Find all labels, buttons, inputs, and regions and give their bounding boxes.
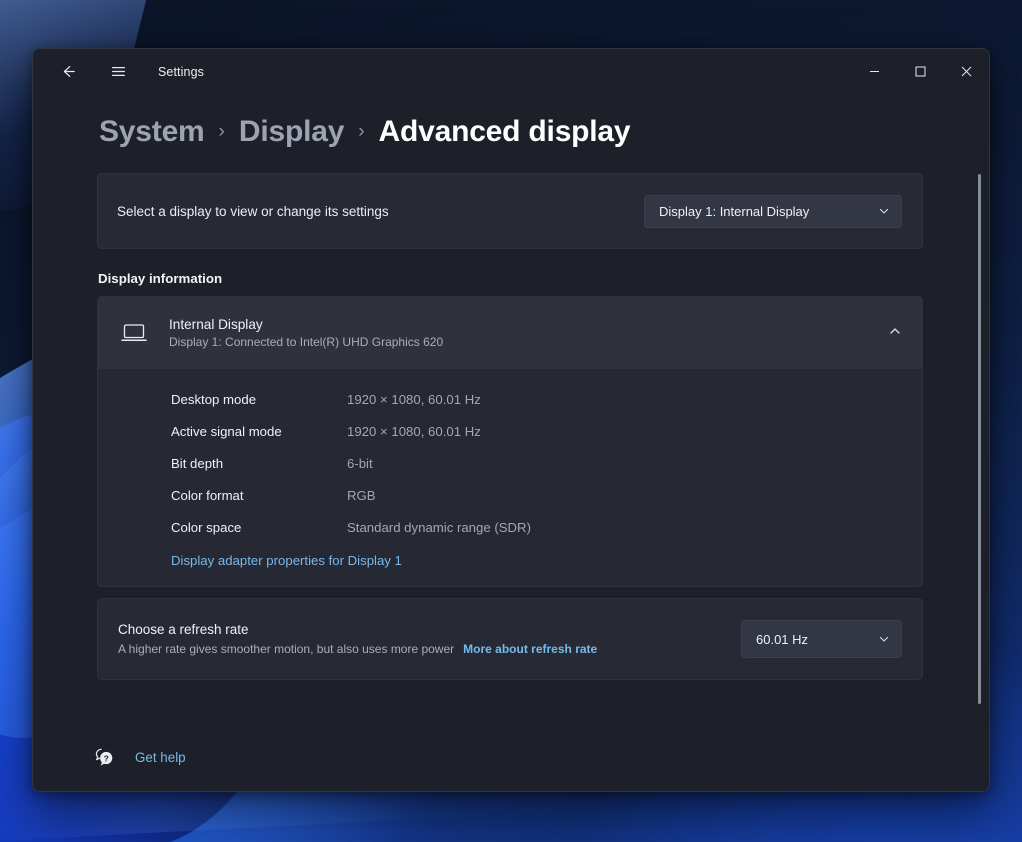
info-key: Color format	[171, 487, 244, 503]
get-help-footer: ? Get help	[33, 722, 989, 791]
display-selector-value: Display 1: Internal Display	[659, 203, 810, 219]
display-adapter-properties-link[interactable]: Display adapter properties for Display 1	[171, 553, 402, 568]
settings-window: Settings System › Display › Advanced dis…	[32, 48, 990, 792]
internal-display-expander: Internal Display Display 1: Connected to…	[97, 296, 923, 587]
info-key: Desktop mode	[171, 391, 257, 407]
chevron-down-icon	[879, 636, 889, 642]
refresh-rate-dropdown[interactable]: 60.01 Hz	[741, 620, 902, 658]
refresh-rate-title: Choose a refresh rate	[118, 622, 249, 637]
minimize-icon	[869, 71, 879, 72]
info-row: Color format RGB	[98, 479, 922, 511]
page-title: Advanced display	[378, 115, 631, 148]
info-row: Color space Standard dynamic range (SDR)	[98, 511, 922, 543]
internal-display-title: Internal Display	[169, 317, 263, 332]
info-value: 1920 × 1080, 60.01 Hz	[347, 391, 481, 407]
maximize-button[interactable]	[897, 49, 943, 94]
info-key: Color space	[171, 519, 242, 535]
info-key: Active signal mode	[171, 423, 282, 439]
refresh-rate-value: 60.01 Hz	[756, 631, 809, 647]
internal-display-subtitle: Display 1: Connected to Intel(R) UHD Gra…	[169, 335, 444, 349]
hamburger-menu-icon	[111, 66, 125, 76]
display-information-heading: Display information	[98, 271, 223, 286]
app-title: Settings	[158, 64, 204, 79]
refresh-rate-texts: Choose a refresh rate A higher rate give…	[118, 622, 597, 656]
breadcrumb-item-display[interactable]: Display	[239, 115, 345, 149]
breadcrumb-item-system[interactable]: System	[99, 115, 205, 149]
settings-scroll-area: Select a display to view or change its s…	[33, 156, 989, 722]
settings-content: Select a display to view or change its s…	[33, 173, 989, 680]
title-bar: Settings	[33, 49, 989, 94]
refresh-rate-card: Choose a refresh rate A higher rate give…	[97, 598, 923, 680]
display-selector-card: Select a display to view or change its s…	[97, 173, 923, 249]
more-about-refresh-rate-link[interactable]: More about refresh rate	[463, 642, 597, 656]
help-bubble-icon: ?	[93, 746, 117, 768]
chevron-up-icon	[888, 324, 902, 343]
minimize-button[interactable]	[851, 49, 897, 94]
svg-text:?: ?	[104, 753, 109, 763]
close-button[interactable]	[943, 49, 989, 94]
maximize-icon	[915, 66, 925, 77]
display-selector-label: Select a display to view or change its s…	[117, 203, 389, 219]
refresh-rate-description-line: A higher rate gives smoother motion, but…	[118, 642, 597, 656]
get-help-link[interactable]: Get help	[135, 750, 186, 765]
info-row: Bit depth 6-bit	[98, 447, 922, 479]
info-value: 1920 × 1080, 60.01 Hz	[347, 423, 481, 439]
info-value: 6-bit	[347, 455, 373, 471]
navigation-menu-button[interactable]	[98, 56, 138, 88]
internal-display-texts: Internal Display Display 1: Connected to…	[169, 317, 888, 349]
close-icon	[961, 66, 971, 77]
content-scrollbar[interactable]	[978, 174, 981, 704]
info-value: RGB	[347, 487, 376, 503]
chevron-down-icon	[879, 208, 889, 214]
info-value: Standard dynamic range (SDR)	[347, 519, 531, 535]
breadcrumb-separator: ›	[358, 121, 365, 142]
laptop-icon	[117, 323, 151, 343]
arrow-left-icon	[63, 66, 75, 77]
internal-display-details: Desktop mode 1920 × 1080, 60.01 Hz Activ…	[98, 369, 922, 586]
info-row: Desktop mode 1920 × 1080, 60.01 Hz	[98, 383, 922, 415]
info-row: Active signal mode 1920 × 1080, 60.01 Hz	[98, 415, 922, 447]
back-button[interactable]	[48, 56, 88, 88]
display-selector-dropdown[interactable]: Display 1: Internal Display	[644, 194, 902, 228]
refresh-rate-description: A higher rate gives smoother motion, but…	[118, 642, 455, 656]
scrollbar-thumb[interactable]	[978, 174, 981, 704]
info-key: Bit depth	[171, 455, 224, 471]
internal-display-expander-header[interactable]: Internal Display Display 1: Connected to…	[98, 297, 922, 369]
adapter-properties-row: Display adapter properties for Display 1	[98, 543, 922, 570]
window-controls	[851, 49, 989, 94]
breadcrumb-separator: ›	[218, 121, 225, 142]
breadcrumb: System › Display › Advanced display	[33, 94, 989, 156]
